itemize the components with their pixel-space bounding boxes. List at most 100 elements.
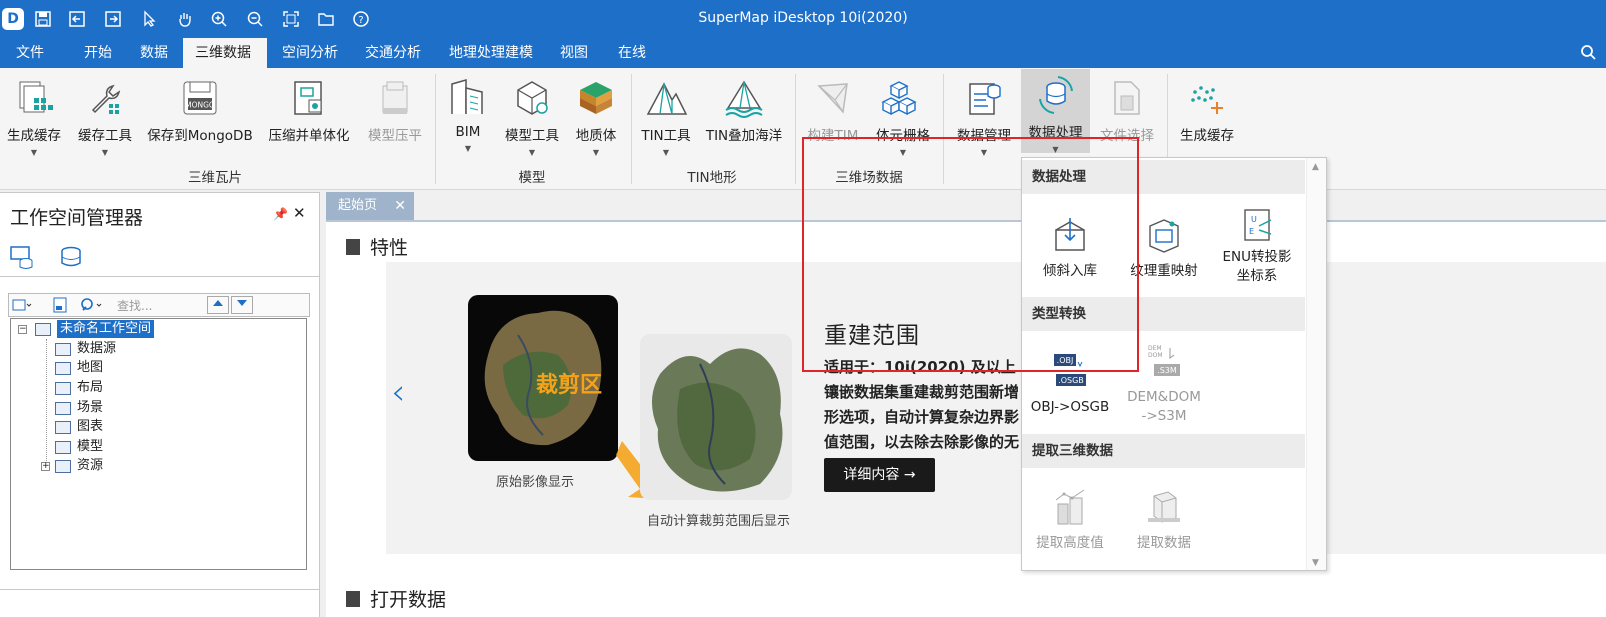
group-separator	[943, 74, 944, 184]
compress-and-unify-button[interactable]: 压缩并单体化	[262, 72, 356, 162]
tab-data[interactable]: 数据	[128, 38, 180, 68]
tin-tools-button[interactable]: TIN工具 ▼	[638, 72, 694, 162]
pin-icon[interactable]: 📌	[273, 207, 288, 221]
scene-icon	[55, 401, 71, 415]
generate-point-cache-button[interactable]: 生成缓存	[1174, 72, 1240, 162]
group-label-tin-terrain: TIN地形	[687, 170, 737, 186]
texture-remap-button[interactable]: 纹理重映射	[1116, 216, 1212, 281]
data-processing-button[interactable]: 数据处理 ▼	[1021, 69, 1090, 154]
group-separator	[435, 74, 436, 184]
tree-item-scenes[interactable]: 场景	[55, 399, 103, 417]
workspace-tree-tab[interactable]	[8, 243, 40, 273]
generate-cache-button[interactable]: 生成缓存 ▼	[2, 72, 66, 162]
save-to-mongodb-button[interactable]: MONGO 保存到MongoDB	[144, 72, 256, 162]
dem-dom-to-s3m-button[interactable]: DEM DOM .S3M DEM&DOM ->S3M	[1116, 342, 1212, 426]
datasource-icon	[55, 342, 71, 356]
dropdown-section-extract-3d: 提取三维数据	[1022, 434, 1305, 468]
extract-height-icon	[1055, 489, 1085, 525]
tab-start-page[interactable]: 起始页 ✕	[326, 192, 414, 220]
chevron-left-icon[interactable]: ‹	[391, 372, 405, 413]
view-options-icon[interactable]	[11, 296, 33, 314]
document-icon[interactable]	[49, 296, 71, 314]
build-tim-button[interactable]: 构建TIM	[802, 72, 864, 162]
tree-item-maps[interactable]: 地图	[55, 359, 103, 377]
find-input[interactable]: 查找...	[117, 297, 207, 314]
compress-icon	[294, 81, 322, 115]
tree-item-layouts[interactable]: 布局	[55, 379, 103, 397]
bim-button[interactable]: BIM ▼	[444, 72, 492, 162]
dropdown-arrow-icon: ▼	[1052, 145, 1059, 154]
model-tools-button[interactable]: 模型工具 ▼	[500, 72, 564, 162]
extract-height-button[interactable]: 提取高度值	[1022, 488, 1118, 553]
svg-text:DEM: DEM	[1148, 345, 1162, 352]
tab-start[interactable]: 开始	[72, 38, 124, 68]
search-icon[interactable]	[1580, 44, 1596, 64]
extract-data-button[interactable]: 提取数据	[1116, 488, 1212, 553]
data-management-button[interactable]: 数据管理 ▼	[950, 72, 1018, 162]
tree-item-models[interactable]: 模型	[55, 438, 103, 456]
cube-tool-icon	[517, 81, 548, 115]
wrench-icon	[91, 84, 121, 114]
cache-tools-button[interactable]: 缓存工具 ▼	[72, 72, 138, 162]
scroll-up-icon[interactable]: ▲	[1312, 162, 1319, 172]
find-previous-icon[interactable]	[207, 296, 229, 314]
file-select-button[interactable]: 文件选择	[1094, 72, 1160, 162]
menu-bar: 文件 开始 数据 三维数据 空间分析 交通分析 地理处理建模 视图 在线	[0, 38, 1606, 68]
tab-traffic-analysis[interactable]: 交通分析	[353, 38, 433, 68]
dem-dom-s3m-icon: DEMDOM .S3M	[1148, 345, 1180, 376]
tree-item-datasources[interactable]: 数据源	[55, 340, 116, 358]
close-tab-icon[interactable]: ✕	[394, 192, 406, 220]
resource-icon	[55, 459, 71, 473]
oblique-import-button[interactable]: 倾斜入库	[1022, 216, 1118, 281]
extract-data-icon	[1148, 491, 1180, 523]
datasource-tab[interactable]	[56, 243, 88, 273]
dropdown-scrollbar[interactable]: ▲ ▼	[1306, 158, 1326, 570]
tree-item-workspace[interactable]: 未命名工作空间	[35, 320, 155, 338]
dropdown-arrow-icon: ▼	[899, 148, 907, 157]
voxel-icon	[881, 81, 917, 116]
dropdown-arrow-icon: ▼	[30, 148, 38, 157]
section-open-data: 打开数据	[346, 585, 446, 612]
tree-item-charts[interactable]: 图表	[55, 418, 103, 436]
expand-icon[interactable]: +	[41, 462, 50, 471]
svg-text:DOM: DOM	[1148, 352, 1163, 359]
tab-geoprocessing[interactable]: 地理处理建模	[437, 38, 545, 68]
collapse-icon[interactable]: −	[18, 325, 27, 334]
tree-item-resources[interactable]: 资源	[55, 457, 103, 475]
geology-layers-icon	[580, 82, 612, 114]
tab-file[interactable]: 文件	[4, 38, 56, 68]
data-processing-icon	[1038, 76, 1073, 114]
find-next-icon[interactable]	[231, 296, 253, 314]
title-bar: D ? SuperMap iDesktop 10i(2020)	[0, 0, 1606, 38]
model-flatten-button[interactable]: 模型压平	[362, 72, 428, 162]
geology-body-button[interactable]: 地质体 ▼	[570, 72, 622, 162]
find-icon[interactable]	[79, 296, 102, 314]
data-management-icon	[969, 83, 1001, 115]
close-icon[interactable]: ✕	[293, 204, 306, 222]
cache-tiles-icon	[19, 81, 53, 113]
processed-image	[640, 334, 792, 500]
dropdown-arrow-icon: ▼	[528, 148, 536, 157]
voxel-grid-button[interactable]: 体元栅格 ▼	[870, 72, 936, 162]
tab-spatial-analysis[interactable]: 空间分析	[270, 38, 350, 68]
clip-area-label: 裁剪区	[536, 373, 603, 398]
caption-processed: 自动计算裁剪范围后显示	[647, 514, 791, 529]
tree-line	[46, 339, 47, 467]
tab-view[interactable]: 视图	[548, 38, 600, 68]
tab-3d-data[interactable]: 三维数据	[183, 38, 267, 68]
document-icon	[346, 590, 360, 607]
dropdown-arrow-icon: ▼	[464, 144, 472, 153]
obj-to-osgb-button[interactable]: .OBJ .OSGB OBJ->OSGB	[1022, 352, 1118, 417]
scroll-down-icon[interactable]: ▼	[1312, 558, 1319, 568]
details-button[interactable]: 详细内容 →	[824, 458, 935, 492]
panel-toolbar: 查找...	[8, 293, 310, 317]
group-separator	[631, 74, 632, 184]
enu-to-projected-button[interactable]: UE ENU转投影 坐标系	[1209, 206, 1305, 286]
tin-overlay-ocean-button[interactable]: TIN叠加海洋	[702, 72, 786, 162]
building-icon	[451, 79, 483, 114]
document-tab-strip: 起始页 ✕	[326, 190, 1606, 222]
dropdown-arrow-icon: ▼	[662, 148, 670, 157]
group-label-3d-tiles: 三维瓦片	[188, 170, 242, 186]
tab-online[interactable]: 在线	[606, 38, 658, 68]
obj-osgb-icon: .OBJ .OSGB	[1054, 354, 1086, 386]
